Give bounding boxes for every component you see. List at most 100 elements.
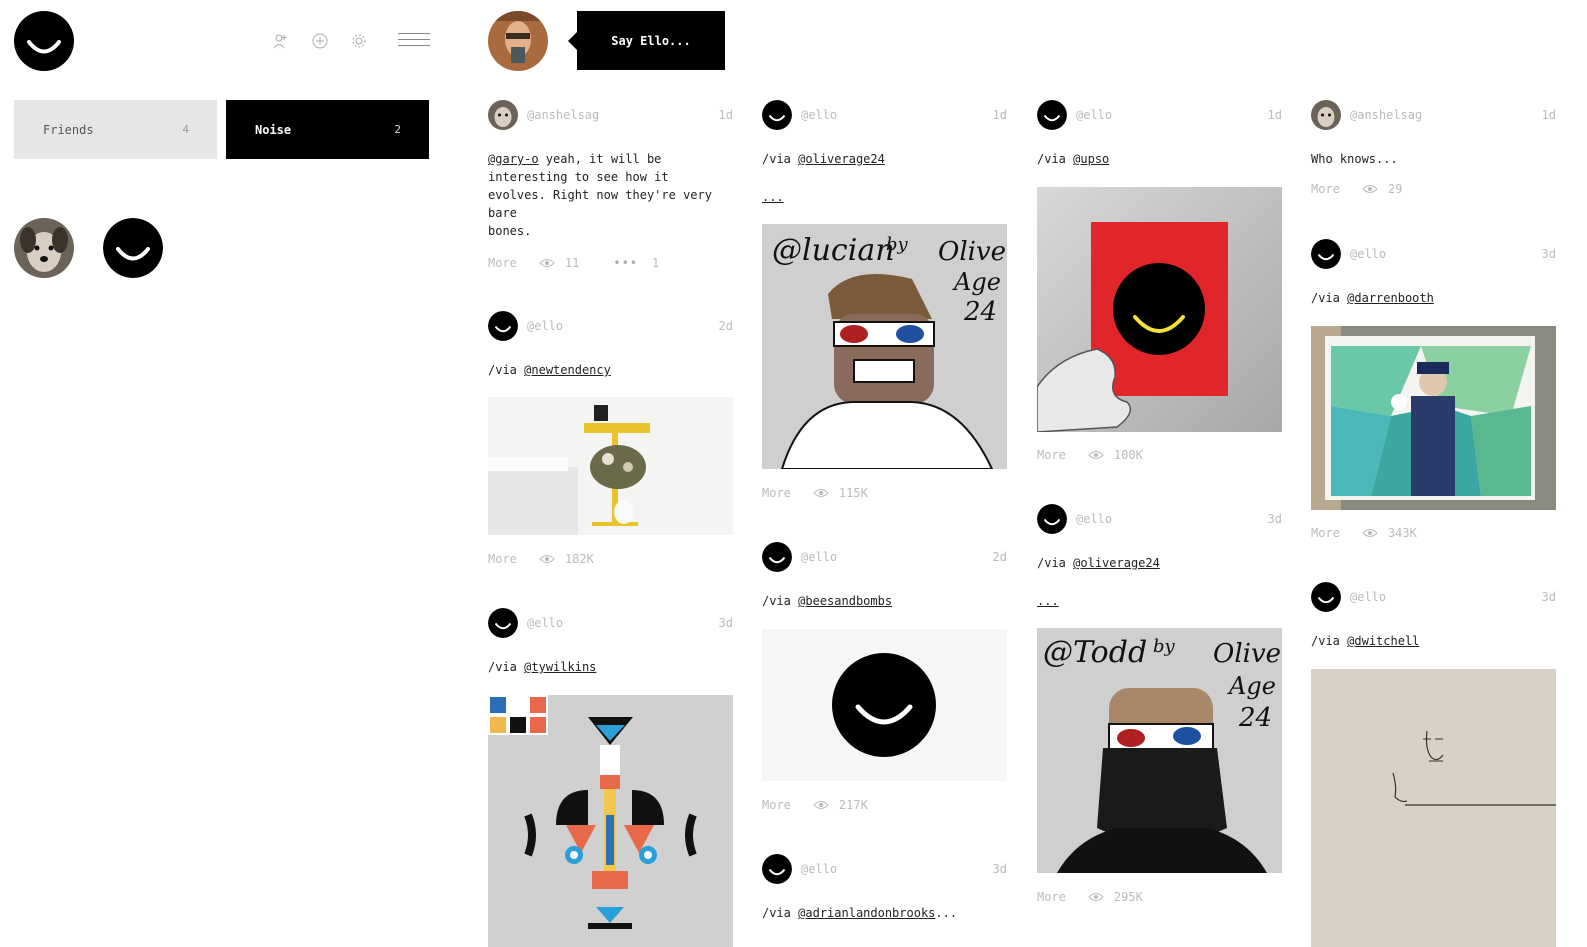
mention-link[interactable]: @oliverage24 xyxy=(798,152,885,166)
comments-dots-icon[interactable]: ••• xyxy=(613,256,638,270)
avatar-ello[interactable] xyxy=(1311,582,1341,612)
post-ello-newtendency: @ello 2d /via @newtendency xyxy=(488,311,733,379)
settings-gear-icon[interactable] xyxy=(349,31,369,51)
post-tools: More 217K xyxy=(762,798,868,812)
post-timestamp: 1d xyxy=(1267,108,1282,122)
post-text: Who knows... xyxy=(1311,152,1398,166)
post-timestamp: 1d xyxy=(718,108,733,122)
post-username[interactable]: @ello xyxy=(801,108,837,122)
views-count: 295K xyxy=(1113,890,1143,904)
views-count: 115K xyxy=(838,486,868,500)
more-button[interactable]: More xyxy=(1311,182,1340,196)
post-ello-tywilkins: @ello 3d /via @tywilkins xyxy=(488,608,733,676)
post-header: @ello 3d xyxy=(762,854,1007,884)
post-image-painting[interactable] xyxy=(1311,326,1556,510)
post-body: /via @oliverage24 xyxy=(1037,554,1282,572)
post-image-geometric[interactable] xyxy=(488,695,733,947)
avatar-ello[interactable] xyxy=(1037,504,1067,534)
avatar-ello[interactable] xyxy=(1311,239,1341,269)
post-anshelsag-2: @anshelsag 1d Who knows... More 29 xyxy=(1311,100,1556,196)
more-button[interactable]: More xyxy=(1037,890,1066,904)
post-image-ello-logo[interactable] xyxy=(762,629,1007,781)
post-username[interactable]: @anshelsag xyxy=(1350,108,1422,122)
mention-link[interactable]: @darrenbooth xyxy=(1347,291,1434,305)
views-count: 343K xyxy=(1387,526,1417,540)
expand-ellipsis[interactable]: ... xyxy=(1037,594,1059,608)
avatar-ello[interactable] xyxy=(762,542,792,572)
mention-link[interactable]: @oliverage24 xyxy=(1073,556,1160,570)
mention-link[interactable]: @upso xyxy=(1073,152,1109,166)
post-username[interactable]: @ello xyxy=(801,862,837,876)
post-username[interactable]: @ello xyxy=(527,319,563,333)
post-ello-darrenbooth: @ello 3d /via @darrenbooth xyxy=(1311,239,1556,307)
views-count: 182K xyxy=(564,552,594,566)
views-eye-icon xyxy=(1362,185,1378,193)
post-tail: ... xyxy=(935,906,958,920)
drawing-num: 24 xyxy=(1238,703,1272,733)
drawing-name: Oliver xyxy=(1213,639,1282,669)
avatar-ello[interactable] xyxy=(762,854,792,884)
more-button[interactable]: More xyxy=(488,256,517,270)
avatar-ello[interactable] xyxy=(488,608,518,638)
more-button[interactable]: More xyxy=(762,798,791,812)
avatar-dog[interactable] xyxy=(14,218,74,278)
via-label: /via xyxy=(488,363,517,377)
drawing-num: 24 xyxy=(963,297,997,327)
tab-friends-label: Friends xyxy=(43,122,94,137)
post-header: @anshelsag 1d xyxy=(1311,100,1556,130)
mention-link[interactable]: @tywilkins xyxy=(524,660,596,674)
post-username[interactable]: @anshelsag xyxy=(527,108,599,122)
post-username[interactable]: @ello xyxy=(801,550,837,564)
via-label: /via xyxy=(762,152,791,166)
mention-link[interactable]: @newtendency xyxy=(524,363,611,377)
views-eye-icon xyxy=(1088,893,1104,901)
views-count: 11 xyxy=(564,256,580,270)
post-image-red-card[interactable] xyxy=(1037,187,1282,432)
more-button[interactable]: More xyxy=(1037,448,1066,462)
post-image-table[interactable] xyxy=(488,397,733,535)
post-image-todd-drawing[interactable]: @Todd by Oliver Age 24 xyxy=(1037,628,1282,873)
avatar-ello[interactable] xyxy=(103,218,163,278)
post-ellipsis[interactable]: ... xyxy=(762,188,1007,206)
drawing-age: Age xyxy=(952,268,1001,296)
mention-link[interactable]: @adrianlandonbrooks xyxy=(798,906,935,920)
add-icon[interactable] xyxy=(310,31,330,51)
avatar-dog[interactable] xyxy=(1311,100,1341,130)
more-button[interactable]: More xyxy=(1311,526,1340,540)
tab-noise-label: Noise xyxy=(255,122,292,137)
post-text-2: bones. xyxy=(488,224,532,238)
via-label: /via xyxy=(1311,291,1340,305)
post-timestamp: 3d xyxy=(1267,512,1282,526)
more-button[interactable]: More xyxy=(762,486,791,500)
post-username[interactable]: @ello xyxy=(1350,590,1386,604)
post-tools: More 295K xyxy=(1037,890,1143,904)
ello-logo[interactable] xyxy=(14,11,74,71)
post-header: @ello 1d xyxy=(1037,100,1282,130)
avatar-ello[interactable] xyxy=(488,311,518,341)
post-username[interactable]: @ello xyxy=(527,616,563,630)
avatar-ello[interactable] xyxy=(1037,100,1067,130)
say-ello-button[interactable]: Say Ello... xyxy=(568,11,725,70)
expand-ellipsis[interactable]: ... xyxy=(762,190,784,204)
post-image-lucian-drawing[interactable]: @lucian by Oliver Age 24 xyxy=(762,224,1007,469)
post-username[interactable]: @ello xyxy=(1076,512,1112,526)
mention-link[interactable]: @beesandbombs xyxy=(798,594,892,608)
views-eye-icon xyxy=(539,259,555,267)
tab-friends[interactable]: Friends 4 xyxy=(14,100,217,159)
mention-link[interactable]: @dwitchell xyxy=(1347,634,1419,648)
post-body: /via @adrianlandonbrooks... xyxy=(762,904,1007,922)
menu-icon[interactable] xyxy=(398,33,430,49)
tab-noise[interactable]: Noise 2 xyxy=(226,100,429,159)
invite-friends-icon[interactable] xyxy=(270,31,290,51)
post-username[interactable]: @ello xyxy=(1076,108,1112,122)
via-label: /via xyxy=(488,660,517,674)
avatar-ello[interactable] xyxy=(762,100,792,130)
mention-link[interactable]: @gary-o xyxy=(488,152,539,166)
current-user-avatar[interactable] xyxy=(488,11,548,71)
avatar-dog[interactable] xyxy=(488,100,518,130)
post-image-sketch[interactable] xyxy=(1311,669,1556,947)
post-username[interactable]: @ello xyxy=(1350,247,1386,261)
post-body: /via @beesandbombs xyxy=(762,592,1007,610)
more-button[interactable]: More xyxy=(488,552,517,566)
post-ellipsis[interactable]: ... xyxy=(1037,592,1282,610)
